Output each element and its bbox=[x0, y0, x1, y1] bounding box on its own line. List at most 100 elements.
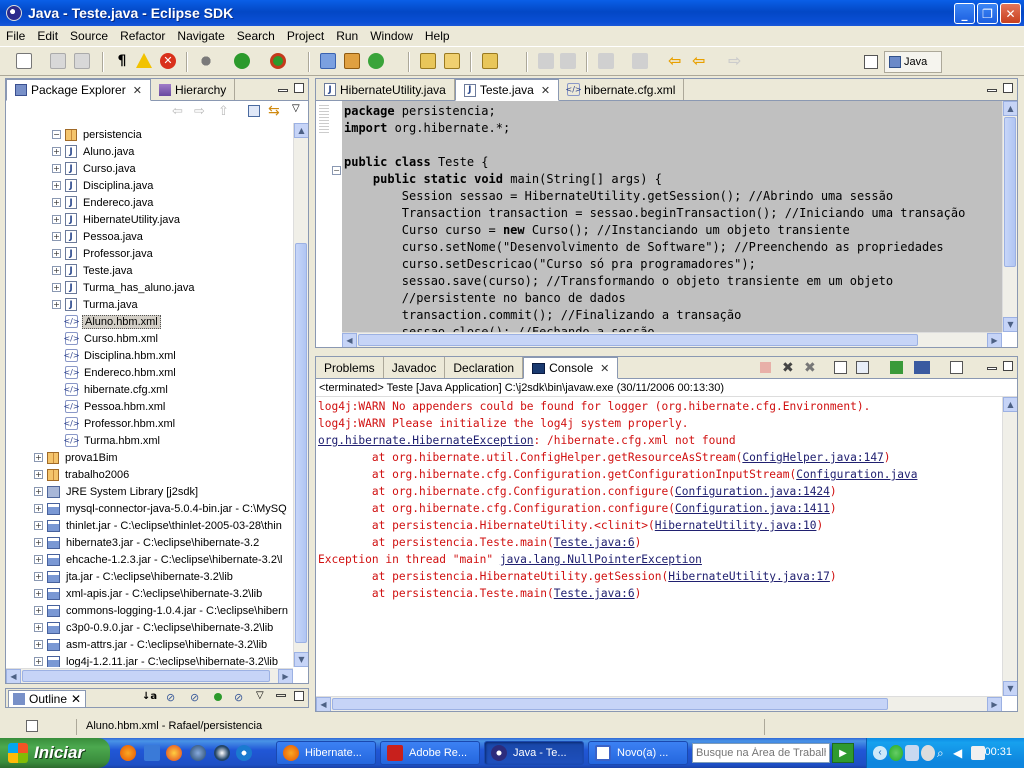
expand-twisty-icon[interactable]: + bbox=[52, 164, 61, 173]
expand-twisty-icon[interactable]: + bbox=[34, 538, 43, 547]
firefox-icon[interactable] bbox=[120, 745, 136, 761]
print-icon[interactable] bbox=[74, 53, 90, 69]
tree-item[interactable]: </> Disciplina.hbm.xml bbox=[6, 347, 293, 364]
fast-view-icon[interactable] bbox=[26, 720, 38, 732]
console-link[interactable]: Configuration.java:1424 bbox=[675, 485, 830, 498]
volume-icon[interactable]: ◀ bbox=[953, 746, 967, 760]
minimize-view-icon[interactable] bbox=[987, 367, 997, 370]
menu-source[interactable]: Source bbox=[64, 29, 114, 43]
menu-file[interactable]: File bbox=[0, 29, 31, 43]
expand-twisty-icon[interactable]: + bbox=[52, 232, 61, 241]
expand-twisty-icon[interactable]: + bbox=[52, 198, 61, 207]
console-link[interactable]: Configuration.java:1411 bbox=[675, 502, 830, 515]
console-vertical-scrollbar[interactable]: ▲ ▼ bbox=[1002, 397, 1017, 696]
open-type-icon[interactable] bbox=[420, 53, 436, 69]
restore-button[interactable]: ❐ bbox=[977, 3, 998, 24]
tree-item[interactable]: + J Pessoa.java bbox=[6, 228, 293, 245]
menu-edit[interactable]: Edit bbox=[31, 29, 64, 43]
console-output[interactable]: log4j:WARN No appenders could be found f… bbox=[316, 397, 1002, 696]
tree-item[interactable]: </> Turma.hbm.xml bbox=[6, 432, 293, 449]
tree-item[interactable]: </> Professor.hbm.xml bbox=[6, 415, 293, 432]
tab-teste-java[interactable]: J Teste.java ✕ bbox=[454, 79, 560, 101]
tree-item[interactable]: + J HibernateUtility.java bbox=[6, 211, 293, 228]
minimize-view-icon[interactable] bbox=[987, 89, 997, 92]
close-button[interactable]: ✕ bbox=[1000, 3, 1021, 24]
tree-item[interactable]: + JRE System Library [j2sdk] bbox=[6, 483, 293, 500]
hide-fields-icon[interactable]: ⊘ bbox=[166, 691, 175, 704]
task-novo[interactable]: Novo(a) ... bbox=[588, 741, 688, 765]
tree-item[interactable]: + asm-attrs.jar - C:\eclipse\hibernate-3.… bbox=[6, 636, 293, 653]
gear-icon[interactable] bbox=[921, 745, 935, 761]
console-horizontal-scrollbar[interactable]: ◀ ▶ bbox=[316, 696, 1002, 711]
menu-refactor[interactable]: Refactor bbox=[114, 29, 171, 43]
forward-icon[interactable]: ⇨ bbox=[194, 104, 205, 119]
media-icon[interactable] bbox=[214, 745, 230, 761]
remove-launch-icon[interactable]: ✖ bbox=[782, 359, 794, 376]
expand-twisty-icon[interactable]: + bbox=[34, 487, 43, 496]
expand-twisty-icon[interactable]: + bbox=[34, 453, 43, 462]
tab-package-explorer[interactable]: Package Explorer ✕ bbox=[6, 79, 151, 101]
messenger-icon[interactable] bbox=[190, 745, 206, 761]
expand-twisty-icon[interactable]: + bbox=[52, 300, 61, 309]
link-with-editor-icon[interactable]: ⇆ bbox=[268, 103, 280, 119]
menu-help[interactable]: Help bbox=[419, 29, 456, 43]
expand-twisty-icon[interactable]: + bbox=[34, 521, 43, 530]
tree-item[interactable]: </> hibernate.cfg.xml bbox=[6, 381, 293, 398]
remove-all-icon[interactable]: ✖ bbox=[804, 359, 816, 376]
expand-twisty-icon[interactable]: + bbox=[34, 470, 43, 479]
task-adobe-reader[interactable]: Adobe Re... bbox=[380, 741, 480, 765]
editor-vertical-scrollbar[interactable]: ▲ ▼ bbox=[1002, 101, 1017, 332]
console-link[interactable]: java.lang.NullPointerException bbox=[500, 553, 702, 566]
scroll-lock-icon[interactable] bbox=[856, 361, 869, 374]
new-package-icon[interactable] bbox=[344, 53, 360, 69]
tree-item[interactable]: + J Turma.java bbox=[6, 296, 293, 313]
tree-item[interactable]: + jta.jar - C:\eclipse\hibernate-3.2\lib bbox=[6, 568, 293, 585]
minimize-view-icon[interactable] bbox=[278, 89, 288, 92]
tab-hibernateutility-java[interactable]: J HibernateUtility.java bbox=[316, 79, 455, 100]
back-icon[interactable]: ⇦ bbox=[172, 104, 183, 119]
tree-item[interactable]: + ehcache-1.2.3.jar - C:\eclipse\hibernat… bbox=[6, 551, 293, 568]
expand-twisty-icon[interactable]: − bbox=[52, 130, 61, 139]
pilcrow-icon[interactable]: ¶ bbox=[114, 53, 130, 69]
pencil-icon[interactable] bbox=[538, 53, 554, 69]
outlook-icon[interactable] bbox=[144, 745, 160, 761]
menu-navigate[interactable]: Navigate bbox=[171, 29, 230, 43]
run-icon[interactable] bbox=[234, 53, 250, 69]
terminate-icon[interactable] bbox=[760, 362, 771, 373]
search-icon[interactable] bbox=[444, 53, 460, 69]
console-link[interactable]: org.hibernate.HibernateException bbox=[318, 434, 534, 447]
minimize-button[interactable]: _ bbox=[954, 3, 975, 24]
messenger-status-icon[interactable] bbox=[889, 745, 903, 761]
forward-icon[interactable]: ⇨ bbox=[728, 53, 744, 69]
tree-item[interactable]: + J Professor.java bbox=[6, 245, 293, 262]
expand-twisty-icon[interactable]: + bbox=[52, 147, 61, 156]
tree-item[interactable]: + hibernate3.jar - C:\eclipse\hibernate-3… bbox=[6, 534, 293, 551]
expand-twisty-icon[interactable]: + bbox=[34, 572, 43, 581]
expand-twisty-icon[interactable]: + bbox=[52, 181, 61, 190]
tree-item[interactable]: + c3p0-0.9.0.jar - C:\eclipse\hibernate-3… bbox=[6, 619, 293, 636]
editor-horizontal-scrollbar[interactable]: ◀ ▶ bbox=[342, 332, 1002, 347]
tree-item[interactable]: + J Teste.java bbox=[6, 262, 293, 279]
console-link[interactable]: Teste.java:6 bbox=[554, 587, 635, 600]
expand-twisty-icon[interactable]: + bbox=[34, 657, 43, 666]
task-hibernate[interactable]: Hibernate... bbox=[276, 741, 376, 765]
console-link[interactable]: Teste.java:6 bbox=[554, 536, 635, 549]
back-icon[interactable]: ⇦ bbox=[692, 53, 708, 69]
console-link[interactable]: ConfigHelper.java:147 bbox=[742, 451, 883, 464]
expand-twisty-icon[interactable]: + bbox=[34, 606, 43, 615]
network-icon[interactable] bbox=[905, 745, 919, 761]
save-icon[interactable] bbox=[50, 53, 66, 69]
last-edit-icon[interactable]: ⇦ bbox=[668, 53, 684, 69]
tree-item[interactable]: + J Aluno.java bbox=[6, 143, 293, 160]
fold-icon[interactable]: − bbox=[332, 166, 341, 175]
open-perspective-icon[interactable] bbox=[864, 55, 878, 69]
minimize-view-icon[interactable] bbox=[276, 694, 286, 697]
tree-item[interactable]: + J Turma_has_aluno.java bbox=[6, 279, 293, 296]
window-title-bar[interactable]: Java - Teste.java - Eclipse SDK _ ❐ ✕ bbox=[0, 0, 1024, 26]
app-icon[interactable] bbox=[166, 745, 182, 761]
tree-item[interactable]: + mysql-connector-java-5.0.4-bin.jar - C:… bbox=[6, 500, 293, 517]
external-tools-icon[interactable] bbox=[270, 53, 286, 69]
view-menu-icon[interactable]: ▽ bbox=[256, 690, 264, 701]
maximize-view-icon[interactable] bbox=[1003, 361, 1013, 371]
console-link[interactable]: HibernateUtility.java:10 bbox=[655, 519, 817, 532]
